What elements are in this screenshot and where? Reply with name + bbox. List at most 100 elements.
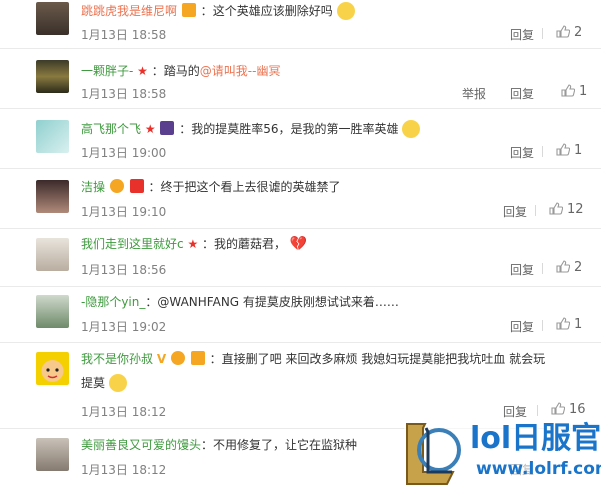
- like-count: 16: [569, 402, 586, 417]
- timestamp: 1月13日 18:12: [81, 463, 167, 477]
- vip-badge-icon: [170, 351, 185, 365]
- like-button[interactable]: 2: [542, 260, 582, 275]
- colon: ：: [151, 64, 164, 78]
- reply-button[interactable]: 回复: [510, 26, 534, 43]
- comment-text-cont: 提莫: [81, 376, 106, 390]
- reply-button[interactable]: 回复: [503, 203, 527, 220]
- colon: ：: [209, 352, 222, 366]
- like-button[interactable]: 1: [542, 317, 583, 332]
- divider: [542, 146, 543, 157]
- vip-badge-icon: [181, 3, 196, 17]
- like-count: 1: [574, 143, 583, 158]
- comment-row: -隐那个yin_：@WANHFANG 有提莫皮肤刚想试试来着…… 1月13日 1…: [0, 286, 601, 343]
- comment-row: 跳跳虎我是维尼啊 ：这个英雄应该删除好吗 1月13日 18:58 回复 2: [0, 0, 601, 49]
- timestamp: 1月13日 18:58: [81, 28, 167, 42]
- avatar[interactable]: [36, 352, 69, 385]
- timestamp: 1月13日 18:58: [81, 87, 167, 101]
- red-envelope-icon: [129, 179, 144, 193]
- cartoon-face-icon: [41, 360, 64, 382]
- colon: ：: [145, 295, 158, 309]
- like-count: 2: [574, 25, 583, 40]
- divider: [542, 263, 543, 274]
- comment-text: 终于把这个看上去很谑的英雄禁了: [160, 180, 341, 194]
- like-button[interactable]: 2: [542, 25, 583, 40]
- comment-text: @WANHFANG 有提莫皮肤刚想试试来着……: [157, 295, 399, 309]
- like-button[interactable]: 16: [537, 402, 586, 417]
- smile-emoji-icon: [336, 2, 355, 20]
- laugh-emoji-icon: [402, 120, 421, 138]
- avatar[interactable]: [36, 238, 69, 271]
- like-count: 12: [567, 202, 584, 217]
- grin-emoji-icon: [108, 374, 127, 392]
- comment-text: 这个英雄应该删除好吗: [212, 4, 333, 18]
- username[interactable]: 我们走到这里就好c: [81, 237, 184, 251]
- comment-text: 我的蘑菇君，: [214, 237, 287, 251]
- thumbs-up-icon: [556, 317, 570, 330]
- like-button[interactable]: 12: [535, 202, 584, 217]
- divider: [535, 205, 536, 216]
- report-button[interactable]: 举报: [462, 85, 486, 102]
- divider: [542, 320, 543, 331]
- timestamp: 1月13日 19:10: [81, 205, 167, 219]
- avatar[interactable]: [36, 295, 69, 328]
- avatar[interactable]: [36, 2, 69, 35]
- avatar[interactable]: [36, 180, 69, 213]
- username[interactable]: 美丽善良又可爱的馒头: [81, 438, 201, 452]
- comment-row: 洁操 ：终于把这个看上去很谑的英雄禁了 1月13日 19:10 回复 12: [0, 168, 601, 229]
- like-button[interactable]: 1: [542, 143, 583, 158]
- star-badge-icon: ★: [144, 122, 156, 136]
- thumbs-up-icon: [549, 202, 563, 215]
- timestamp: 1月13日 19:00: [81, 146, 167, 160]
- thumbs-up-icon: [556, 260, 570, 273]
- colon: ：: [201, 438, 214, 452]
- watermark-brand: lol日服官网: [470, 421, 601, 456]
- divider: [537, 405, 538, 416]
- thumbs-up-icon: [561, 84, 575, 97]
- like-button[interactable]: 1: [561, 84, 587, 99]
- thumbs-up-icon: [551, 402, 565, 415]
- thumbs-up-icon: [556, 25, 570, 38]
- comment-text: 直接删了吧 来回改多麻烦 我媳妇玩提莫能把我坑吐血 就会玩: [221, 352, 546, 366]
- username[interactable]: 高飞那个飞: [81, 122, 141, 136]
- reply-button[interactable]: 回复: [510, 144, 534, 161]
- comment-row: 我不是你孙叔 V ：直接删了吧 来回改多麻烦 我媳妇玩提莫能把我坑吐血 就会玩 …: [0, 342, 601, 429]
- divider: [542, 28, 543, 39]
- timestamp: 1月13日 19:02: [81, 320, 167, 334]
- colon: ：: [179, 122, 192, 136]
- thumbs-up-icon: [556, 143, 570, 156]
- avatar[interactable]: [36, 120, 69, 153]
- comment-row: 我们走到这里就好c ★ ：我的蘑菇君， 💔 1月13日 18:56 回复 2: [0, 228, 601, 287]
- like-count: 1: [574, 317, 583, 332]
- watermark: lol日服官网 www.lolrf.com: [404, 418, 601, 489]
- comment-text: 踏马的: [163, 64, 200, 78]
- vip-badge-icon: [109, 179, 124, 193]
- comment-row: 高飞那个飞 ★ ：我的提莫胜率56，是我的第一胜率英雄 1月13日 19:00 …: [0, 108, 601, 169]
- colon: ：: [148, 180, 161, 194]
- comment-text: 我的提莫胜率56，是我的第一胜率英雄: [191, 122, 399, 136]
- v-badge-icon: V: [156, 352, 167, 366]
- mention-link[interactable]: @请叫我--幽冥: [200, 64, 281, 78]
- comment-text: 不用修复了，让它在监狱种: [213, 438, 358, 452]
- username[interactable]: -隐那个yin_: [81, 295, 145, 309]
- wealth-badge-icon: [190, 351, 205, 365]
- username[interactable]: 洁操: [81, 180, 105, 194]
- reply-button[interactable]: 回复: [510, 318, 534, 335]
- colon: ：: [202, 237, 215, 251]
- timestamp: 1月13日 18:12: [81, 405, 167, 419]
- username[interactable]: 一颗胖子-: [81, 64, 133, 78]
- timestamp: 1月13日 18:56: [81, 263, 167, 277]
- broken-heart-icon: 💔: [289, 236, 308, 252]
- reply-button[interactable]: 回复: [510, 261, 534, 278]
- avatar[interactable]: [36, 438, 69, 471]
- comment-row: 一颗胖子- ★ ：踏马的@请叫我--幽冥 1月13日 18:58 举报 回复 1: [0, 48, 601, 109]
- like-count: 1: [579, 84, 588, 99]
- colon: ：: [200, 4, 213, 18]
- star-badge-icon: ★: [187, 237, 199, 251]
- reply-button[interactable]: 回复: [510, 85, 534, 102]
- username[interactable]: 跳跳虎我是维尼啊: [81, 4, 177, 18]
- avatar[interactable]: [36, 60, 69, 93]
- username[interactable]: 我不是你孙叔: [81, 352, 153, 366]
- star-badge-icon: ★: [137, 64, 148, 78]
- night-badge-icon: [160, 121, 175, 135]
- watermark-url: www.lolrf.com: [476, 459, 601, 479]
